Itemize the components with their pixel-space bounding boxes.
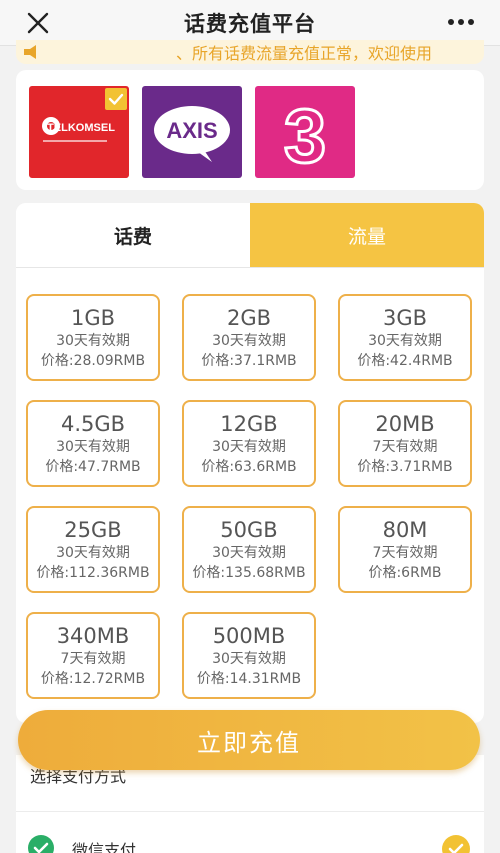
- svg-text:3: 3: [284, 94, 326, 178]
- plan-price: 价格:28.09RMB: [40, 352, 146, 369]
- plan-price: 价格:37.1RMB: [201, 352, 297, 369]
- divider: [16, 811, 484, 812]
- plan-card[interactable]: 3GB 30天有效期 价格:42.4RMB: [338, 294, 472, 381]
- plan-card[interactable]: 500MB 30天有效期 价格:14.31RMB: [182, 612, 316, 699]
- plan-card[interactable]: 340MB 7天有效期 价格:12.72RMB: [26, 612, 160, 699]
- plan-price: 价格:6RMB: [368, 564, 442, 581]
- plan-size: 1GB: [70, 305, 116, 330]
- tab-huafei[interactable]: 话费: [16, 203, 250, 267]
- plan-card[interactable]: 12GB 30天有效期 价格:63.6RMB: [182, 400, 316, 487]
- plan-price: 价格:12.72RMB: [40, 670, 146, 687]
- axis-logo: AXIS: [154, 106, 230, 162]
- plan-size: 12GB: [220, 411, 278, 436]
- plan-validity: 7天有效期: [372, 438, 438, 455]
- svg-text:TELKOMSEL: TELKOMSEL: [47, 122, 115, 134]
- operator-telkomsel[interactable]: TELKOMSEL: [29, 86, 129, 178]
- selected-check-icon[interactable]: [442, 835, 470, 853]
- notice-bar: 、所有话费流量充值正常，欢迎使用: [16, 40, 484, 64]
- plan-size: 2GB: [226, 305, 272, 330]
- wechat-pay-icon: [28, 835, 54, 853]
- plan-validity: 30天有效期: [56, 544, 130, 561]
- operator-axis[interactable]: AXIS: [142, 86, 242, 178]
- plan-validity: 30天有效期: [368, 332, 442, 349]
- plan-validity: 7天有效期: [372, 544, 438, 561]
- plan-size: 500MB: [212, 623, 286, 648]
- operator-three[interactable]: 3: [255, 86, 355, 178]
- plan-card[interactable]: 1GB 30天有效期 价格:28.09RMB: [26, 294, 160, 381]
- plan-grid: 1GB 30天有效期 价格:28.09RMB 2GB 30天有效期 价格:37.…: [26, 294, 474, 699]
- plan-price: 价格:112.36RMB: [36, 564, 150, 581]
- plan-size: 25GB: [64, 517, 122, 542]
- plan-price: 价格:3.71RMB: [357, 458, 453, 475]
- page-title: 话费充值平台: [184, 11, 316, 36]
- plan-price: 价格:47.7RMB: [45, 458, 141, 475]
- plan-size: 340MB: [56, 623, 130, 648]
- selected-check-icon: [105, 88, 127, 110]
- more-icon[interactable]: [446, 12, 476, 32]
- plan-size: 4.5GB: [60, 411, 126, 436]
- plan-size: 80M: [382, 517, 428, 542]
- notice-text: 、所有话费流量充值正常，欢迎使用: [176, 44, 433, 63]
- plan-size: 50GB: [220, 517, 278, 542]
- plan-card[interactable]: 25GB 30天有效期 价格:112.36RMB: [26, 506, 160, 593]
- plan-validity: 30天有效期: [212, 650, 286, 667]
- plan-validity: 30天有效期: [212, 438, 286, 455]
- tab-bar: 话费 流量: [16, 203, 484, 268]
- plan-price: 价格:42.4RMB: [357, 352, 453, 369]
- plan-price: 价格:63.6RMB: [201, 458, 297, 475]
- wechat-pay-label: 微信支付: [72, 841, 137, 853]
- svg-text:AXIS: AXIS: [166, 118, 217, 143]
- plan-validity: 30天有效期: [56, 332, 130, 349]
- plan-card[interactable]: 80M 7天有效期 价格:6RMB: [338, 506, 472, 593]
- plan-card[interactable]: 4.5GB 30天有效期 价格:47.7RMB: [26, 400, 160, 487]
- plan-card[interactable]: 2GB 30天有效期 价格:37.1RMB: [182, 294, 316, 381]
- plan-card[interactable]: 50GB 30天有效期 价格:135.68RMB: [182, 506, 316, 593]
- megaphone-icon: [16, 40, 46, 64]
- plans-panel: 话费 流量 1GB 30天有效期 价格:28.09RMB 2GB 30天有效期 …: [16, 203, 484, 723]
- plan-validity: 7天有效期: [60, 650, 126, 667]
- plan-validity: 30天有效期: [212, 332, 286, 349]
- plan-size: 3GB: [382, 305, 428, 330]
- payment-option-wechat[interactable]: 微信支付: [16, 829, 484, 853]
- plan-validity: 30天有效期: [56, 438, 130, 455]
- three-logo: 3: [282, 93, 327, 179]
- plan-price: 价格:135.68RMB: [192, 564, 306, 581]
- close-icon[interactable]: [24, 9, 52, 37]
- operator-selector: TELKOMSEL AXIS 3: [16, 70, 484, 190]
- plan-size: 20MB: [375, 411, 435, 436]
- plan-validity: 30天有效期: [212, 544, 286, 561]
- plan-card[interactable]: 20MB 7天有效期 价格:3.71RMB: [338, 400, 472, 487]
- tab-liuliang[interactable]: 流量: [250, 203, 484, 267]
- plan-price: 价格:14.31RMB: [196, 670, 302, 687]
- recharge-button[interactable]: 立即充值: [18, 710, 480, 770]
